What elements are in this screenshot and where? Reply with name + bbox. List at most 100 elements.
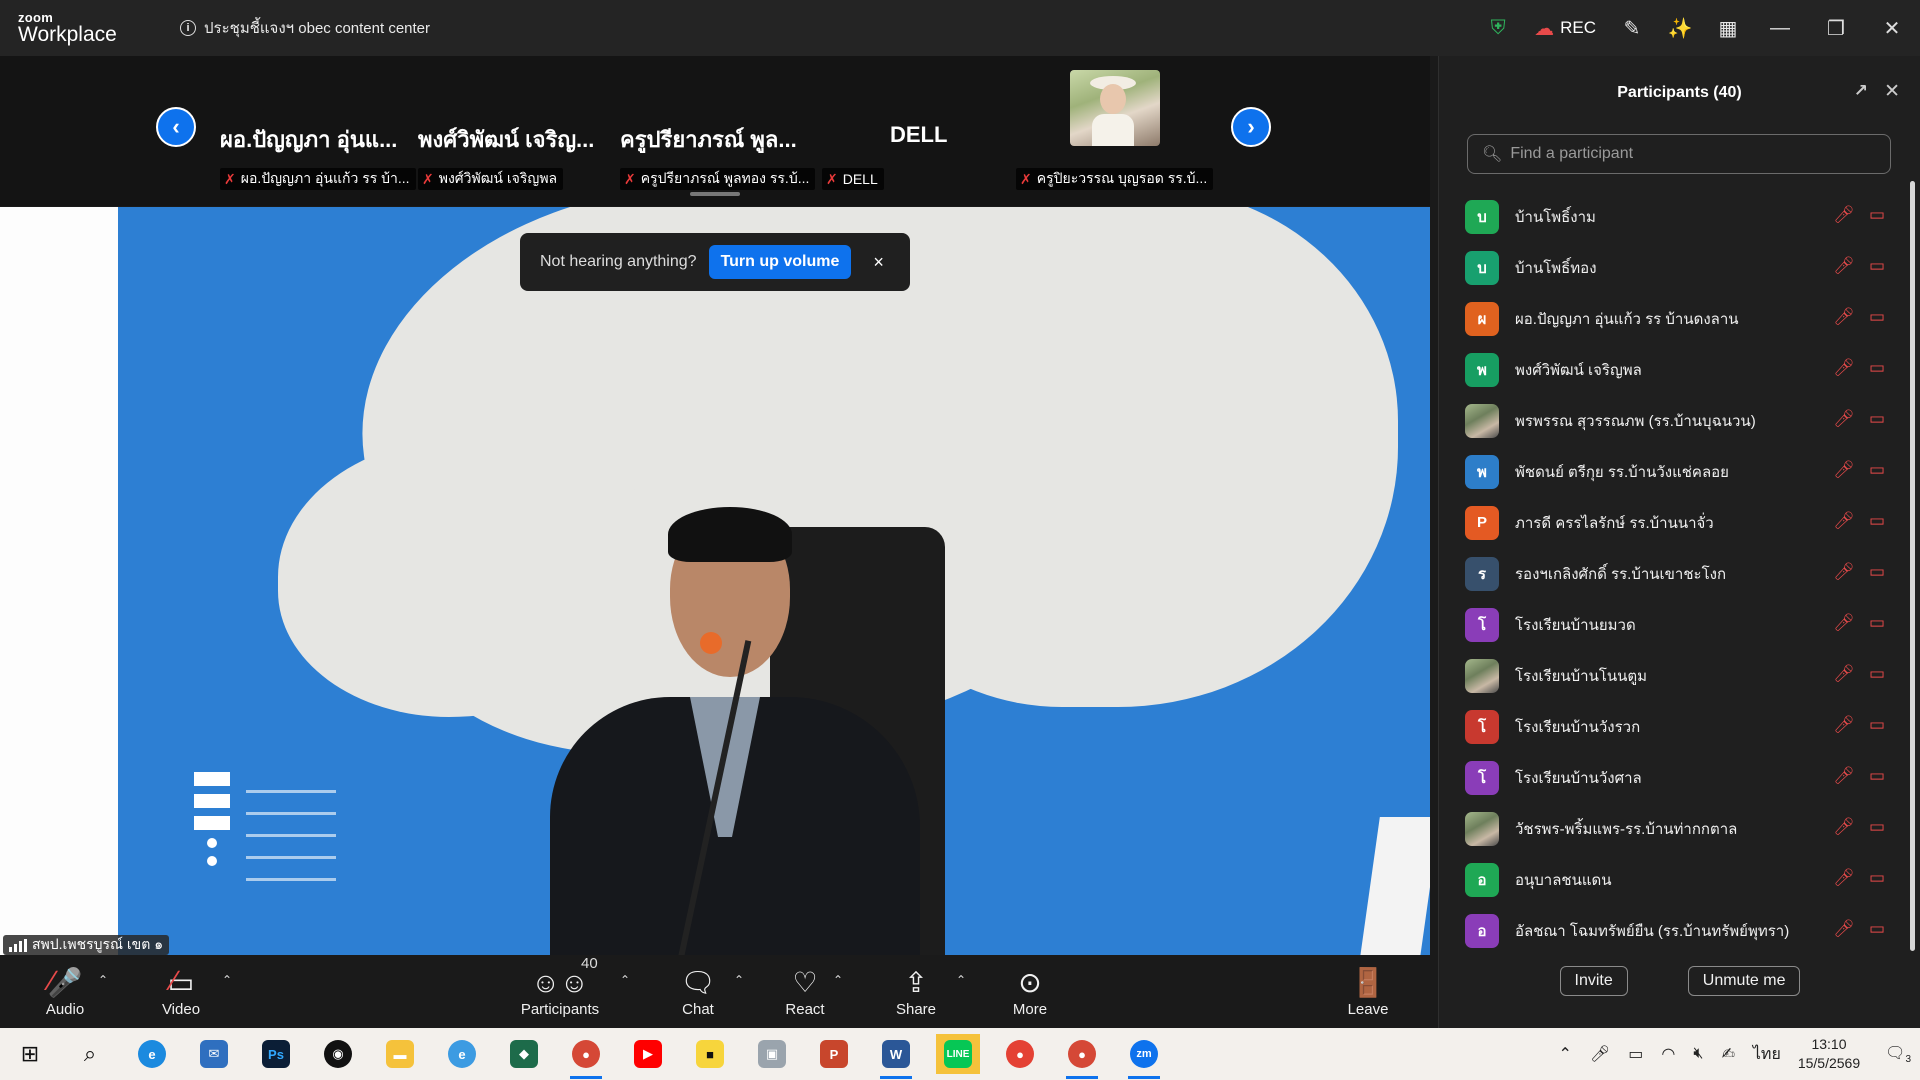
mic-muted-icon: ✗ [1020,170,1032,187]
share-button[interactable]: ⇪ Share [888,955,944,1028]
show-hidden-icons-icon[interactable]: ⌃ [1559,1044,1572,1064]
participant-name: ภารดี ครรไลรักษ์ รร.บ้านนาจั่ว [1515,514,1714,532]
annotate-pen-icon[interactable]: ✎ [1608,0,1656,56]
search-placeholder: Find a participant [1510,145,1634,162]
line-app-icon[interactable]: LINE [936,1034,980,1074]
edge-browser-icon[interactable]: e [130,1034,174,1074]
close-window-button[interactable]: ✕ [1864,0,1920,56]
sticky-notes-icon[interactable]: ■ [688,1034,732,1074]
volume-muted-icon[interactable]: 🔇︎ [1693,1045,1703,1063]
shield-icon[interactable]: ⛨ [1474,0,1522,56]
participant-row[interactable]: ร รองฯเกลิงศักดิ์ รร.บ้านเขาชะโงก 🎤︎ ▭ [1439,548,1909,599]
chrome-profile-2-icon[interactable]: ● [1060,1034,1104,1079]
input-language[interactable]: ไทย [1753,1042,1781,1067]
app-green-diamond-icon[interactable]: ◆ [502,1034,546,1074]
chat-button[interactable]: 🗨 Chat [670,955,726,1028]
mic-muted-icon: 🎤︎ [1833,664,1855,683]
strip-resize-handle[interactable] [690,192,740,196]
search-icon[interactable]: ⌕ [68,1034,112,1074]
share-caret-icon[interactable]: ⌃ [956,973,966,987]
leave-button[interactable]: 🚪 Leave [1340,955,1396,1028]
gallery-tile[interactable]: ผอ.ปัญญภา อุ่นแ... ✗ ผอ.ปัญญภา อุ่นแก้ว … [220,70,420,190]
microphone-icon[interactable]: 🎤︎ [1590,1044,1610,1064]
gallery-next-button[interactable]: › [1231,107,1271,147]
mic-muted-icon: ✗ [826,170,838,187]
word-icon[interactable]: W [874,1034,918,1079]
react-button[interactable]: ♡ React [777,955,833,1028]
participants-label: Participants [520,1001,600,1018]
participant-row[interactable]: บ บ้านโพธิ์งาม 🎤︎ ▭ [1439,191,1909,242]
video-off-icon: ▭ [1868,562,1885,581]
participant-row[interactable]: โ โรงเรียนบ้านยมวด 🎤︎ ▭ [1439,599,1909,650]
mail-icon[interactable]: ✉ [192,1034,236,1074]
toast-text: Not hearing anything? [540,253,697,270]
mic-muted-icon: 🎤︎ [1833,715,1855,734]
battery-icon[interactable]: ▭ [1628,1044,1643,1064]
panel-scrollbar[interactable] [1910,181,1915,951]
invite-button[interactable]: Invite [1559,966,1628,996]
wifi-icon[interactable]: ◠ [1661,1044,1675,1064]
participant-row[interactable]: P ภารดี ครรไลรักษ์ รร.บ้านนาจั่ว 🎤︎ ▭ [1439,497,1909,548]
participant-row[interactable]: พ พัชดนย์ ตรีกุย รร.บ้านวังแช่คลอย 🎤︎ ▭ [1439,446,1909,497]
clock[interactable]: 13:10 15/5/2569 [1798,1035,1860,1073]
maps-pin-icon[interactable]: ◉ [316,1034,360,1074]
participant-row[interactable]: พรพรรณ สุวรรณภพ (รร.บ้านบุฉนวน) 🎤︎ ▭ [1439,395,1909,446]
participant-row[interactable]: อ อัลชณา โฉมทรัพย์ยืน (รร.บ้านทรัพย์พุทรา… [1439,905,1909,956]
participant-row[interactable]: โ โรงเรียนบ้านวังรวก 🎤︎ ▭ [1439,701,1909,752]
video-off-icon: ▭ [1868,460,1885,479]
youtube-icon[interactable]: ▶ [626,1034,670,1074]
tile-label: ✗ ครูปิยะวรรณ บุญรอด รร.บ้... [1016,168,1214,190]
react-caret-icon[interactable]: ⌃ [833,973,843,987]
powerpoint-icon[interactable]: P [812,1034,856,1074]
info-icon[interactable]: i [180,20,196,36]
tile-label-text: DELL [842,171,878,187]
rec-indicator[interactable]: ☁ REC [1534,16,1596,41]
video-options-caret-icon[interactable]: ⌃ [222,973,232,987]
participant-row[interactable]: บ บ้านโพธิ์ทอง 🎤︎ ▭ [1439,242,1909,293]
chat-caret-icon[interactable]: ⌃ [734,973,744,987]
ai-sparkle-icon[interactable]: ✨ [1656,0,1704,56]
gallery-tile[interactable]: ครูปรียาภรณ์ พูล... ✗ ครูปรียาภรณ์ พูลทอ… [620,70,820,190]
participant-row[interactable]: พ พงศ์วิพัฒน์ เจริญพล 🎤︎ ▭ [1439,344,1909,395]
participant-search-input[interactable]: 🔍︎ Find a participant [1467,134,1891,174]
pop-out-icon[interactable]: ↗ [1854,81,1868,101]
photoshop-icon[interactable]: Ps [254,1034,298,1074]
unmute-me-button[interactable]: Unmute me [1687,966,1801,996]
gallery-tile[interactable]: พงศ์วิพัฒน์ เจริญ... ✗ พงศ์วิพัฒน์ เจริญ… [418,70,618,190]
gallery-tile[interactable]: ✗ ครูปิยะวรรณ บุญรอด รร.บ้... [1016,70,1216,190]
chrome-icon[interactable]: ● [998,1034,1042,1074]
audio-button[interactable]: 🎤 ∕ Audio [40,955,90,1028]
restore-button[interactable]: ❐ [1808,0,1864,56]
notifications-icon[interactable]: 🗨︎3 [1885,1043,1911,1065]
minimize-button[interactable]: — [1752,0,1808,56]
gallery-tile[interactable]: DELL ✗ DELL [822,70,947,190]
more-button[interactable]: ⊙ More [1002,955,1058,1028]
mic-muted-icon: 🎤︎ [1833,511,1855,530]
meeting-info[interactable]: i ประชุมชี้แจงฯ obec content center [180,16,430,40]
avatar [1465,403,1499,438]
pen-input-icon[interactable]: ✍︎ [1721,1044,1734,1064]
participant-row[interactable]: โ โรงเรียนบ้านวังศาล 🎤︎ ▭ [1439,752,1909,803]
participant-row[interactable]: โรงเรียนบ้านโนนตูม 🎤︎ ▭ [1439,650,1909,701]
toast-close-icon[interactable]: × [873,252,884,273]
video-button[interactable]: ▭ ∕ Video [156,955,206,1028]
zoom-app-icon[interactable]: zm [1122,1034,1166,1079]
internet-explorer-icon[interactable]: e [440,1034,484,1074]
turn-up-volume-button[interactable]: Turn up volume [708,245,852,279]
participants-button[interactable]: ☺☺ 40 Participants [515,955,605,1028]
active-speaker-video[interactable] [0,207,1430,955]
participant-row[interactable]: วัชรพร-พริ้มแพร-รร.บ้านท่ากกตาล 🎤︎ ▭ [1439,803,1909,854]
participant-row[interactable]: ผ ผอ.ปัญญภา อุ่นแก้ว รร บ้านดงลาน 🎤︎ ▭ [1439,293,1909,344]
participant-row[interactable]: อ อนุบาลชนแดน 🎤︎ ▭ [1439,854,1909,905]
video-off-icon: ▭ [1868,409,1885,428]
audio-options-caret-icon[interactable]: ⌃ [98,973,108,987]
close-panel-icon[interactable]: ✕ [1884,80,1900,103]
windows-start-icon[interactable]: ⊞ [8,1034,52,1074]
participants-caret-icon[interactable]: ⌃ [620,973,630,987]
video-off-icon: ▭ [1868,511,1885,530]
file-explorer-icon[interactable]: ▬ [378,1034,422,1074]
chrome-profile-icon[interactable]: ● [564,1034,608,1079]
gallery-prev-button[interactable]: ‹ [156,107,196,147]
apps-icon[interactable]: ▦ [1704,0,1752,56]
image-viewer-icon[interactable]: ▣ [750,1034,794,1074]
